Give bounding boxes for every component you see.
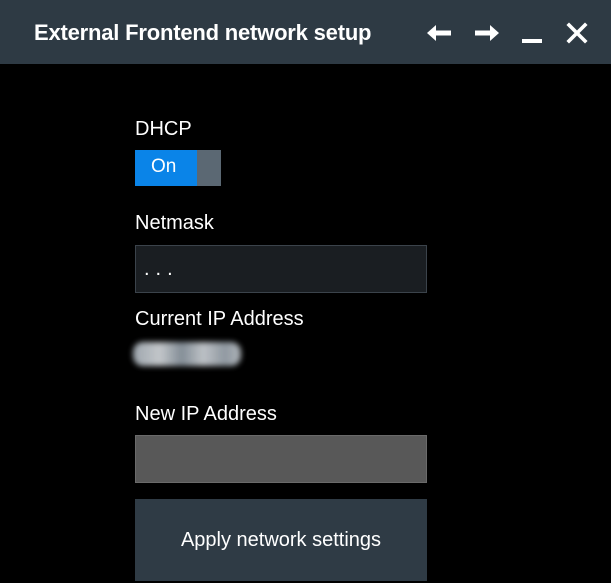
new-ip-field[interactable] (135, 435, 427, 483)
netmask-field[interactable]: ... (135, 245, 427, 293)
forward-button[interactable] (470, 16, 504, 50)
arrow-left-icon (425, 23, 453, 43)
dhcp-toggle-state: On (151, 156, 177, 177)
minimize-button[interactable] (515, 16, 549, 50)
close-icon (566, 22, 588, 44)
close-button[interactable] (560, 16, 594, 50)
dhcp-label: DHCP (135, 118, 192, 140)
dhcp-toggle[interactable]: On (135, 150, 221, 186)
back-button[interactable] (422, 16, 456, 50)
arrow-right-icon (473, 23, 501, 43)
toggle-knob (197, 150, 221, 186)
current-ip-label: Current IP Address (135, 308, 304, 330)
apply-network-settings-button[interactable]: Apply network settings (135, 499, 427, 581)
settings-panel: DHCP On Netmask ... Current IP Address N… (0, 64, 611, 583)
window-title: External Frontend network setup (34, 20, 372, 45)
current-ip-value (133, 342, 241, 366)
title-bar: External Frontend network setup (0, 0, 611, 64)
netmask-label: Netmask (135, 212, 214, 234)
minimize-icon (521, 22, 543, 44)
new-ip-label: New IP Address (135, 403, 277, 425)
redacted-ip-blur (133, 342, 241, 366)
network-setup-window: External Frontend network setup DHCP On … (0, 0, 611, 583)
